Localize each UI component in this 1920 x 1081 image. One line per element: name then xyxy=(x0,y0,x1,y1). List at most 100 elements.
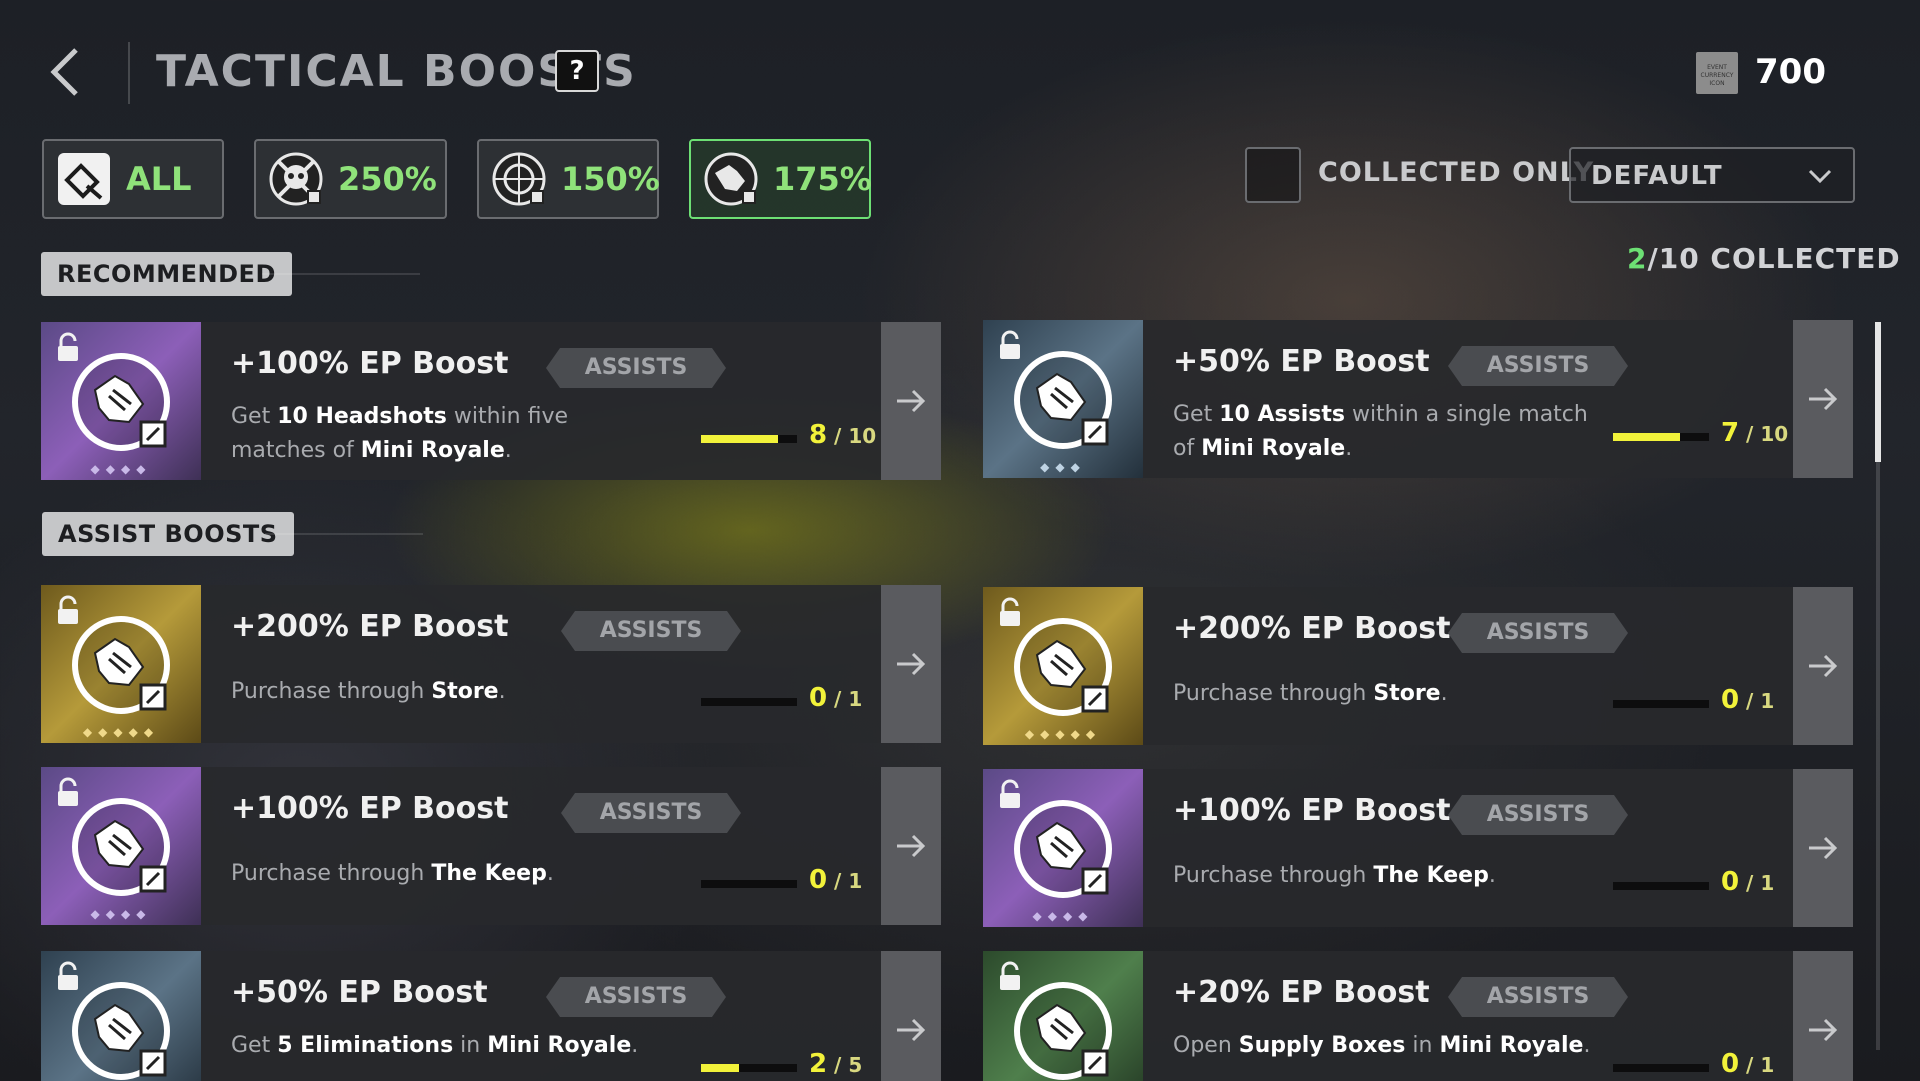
sort-dropdown[interactable]: DEFAULT xyxy=(1569,147,1855,203)
filter-assists-label: 175% xyxy=(773,160,872,198)
collected-only-label: COLLECTED ONLY xyxy=(1318,157,1595,188)
open-boost-button[interactable] xyxy=(1793,587,1853,745)
progress-count: 8 / 10 xyxy=(809,420,877,450)
progress-count: 7 / 10 xyxy=(1721,418,1789,448)
boost-card[interactable]: ◆◆◆◆ +100% EP Boost ASSISTS Get 10 Headshot… xyxy=(41,322,941,480)
progress-bar xyxy=(701,880,797,888)
open-boost-button[interactable] xyxy=(881,767,941,925)
boost-description: Purchase through The Keep. xyxy=(231,861,554,886)
back-button[interactable] xyxy=(46,44,86,100)
handshake-assists-icon xyxy=(72,616,170,714)
progress-count: 0 / 1 xyxy=(1721,867,1775,897)
handshake-assists-icon xyxy=(72,353,170,451)
progress-count: 0 / 1 xyxy=(809,865,863,895)
boost-thumbnail: ◆◆ xyxy=(983,951,1143,1081)
boost-card[interactable]: ◆◆◆ +50% EP Boost ASSISTS Get 5 Elimination… xyxy=(41,951,941,1081)
arrow-right-icon xyxy=(1809,387,1838,411)
skull-eliminations-icon xyxy=(268,151,324,207)
handshake-assists-icon xyxy=(1014,618,1112,716)
category-tag: ASSISTS xyxy=(1448,795,1628,835)
boost-card[interactable]: ◆◆ +20% EP Boost ASSISTS Open Supply Boxes … xyxy=(983,951,1853,1081)
section-recommended: RECOMMENDED xyxy=(41,252,292,296)
boost-description: Get 10 Headshots within five matches of … xyxy=(231,404,569,463)
boost-description: Open Supply Boxes in Mini Royale. xyxy=(1173,1033,1591,1058)
boost-thumbnail: ◆◆◆◆ xyxy=(41,767,201,925)
progress-bar xyxy=(1613,1064,1709,1072)
rarity-pips: ◆◆◆ xyxy=(1040,460,1086,474)
boost-card[interactable]: ◆◆◆ +50% EP Boost ASSISTS Get 10 Assists wi… xyxy=(983,320,1853,478)
category-tag: ASSISTS xyxy=(1448,346,1628,386)
filter-all-label: ALL xyxy=(126,160,192,198)
progress-fill xyxy=(701,435,778,443)
boost-card[interactable]: ◆◆◆◆◆ +200% EP Boost ASSISTS Purchase throu… xyxy=(983,587,1853,745)
boost-card[interactable]: ◆◆◆◆◆ +200% EP Boost ASSISTS Purchase throu… xyxy=(41,585,941,743)
collected-count: 2/10 COLLECTED xyxy=(1627,242,1901,275)
handshake-assists-icon xyxy=(1014,351,1112,449)
open-boost-button[interactable] xyxy=(1793,320,1853,478)
open-boost-button[interactable] xyxy=(881,951,941,1081)
boost-name: +200% EP Boost xyxy=(231,609,509,644)
category-tag: ASSISTS xyxy=(546,348,726,388)
filter-eliminations-label: 250% xyxy=(338,160,437,198)
boost-description: Get 5 Eliminations in Mini Royale. xyxy=(231,1033,639,1058)
category-tag: ASSISTS xyxy=(561,793,741,833)
boost-thumbnail: ◆◆◆ xyxy=(983,320,1143,478)
headshot-target-icon xyxy=(491,151,547,207)
handshake-assists-icon xyxy=(703,151,759,207)
boost-thumbnail: ◆◆◆◆◆ xyxy=(41,585,201,743)
category-tag: ASSISTS xyxy=(561,611,741,651)
open-boost-button[interactable] xyxy=(881,322,941,480)
progress-fill xyxy=(701,1064,740,1072)
rarity-pips: ◆◆◆◆ xyxy=(1032,909,1094,923)
header-divider xyxy=(128,42,130,104)
collected-only-checkbox[interactable] xyxy=(1245,147,1301,203)
arrow-right-icon xyxy=(897,834,926,858)
boost-description: Purchase through The Keep. xyxy=(1173,863,1496,888)
handshake-assists-icon xyxy=(1014,982,1112,1080)
sort-dropdown-value: DEFAULT xyxy=(1591,161,1723,191)
category-tag: ASSISTS xyxy=(1448,977,1628,1017)
boost-thumbnail: ◆◆◆◆ xyxy=(983,769,1143,927)
boost-description: Get 10 Assists within a single match of … xyxy=(1173,402,1588,461)
boost-card[interactable]: ◆◆◆◆ +100% EP Boost ASSISTS Purchase throug… xyxy=(41,767,941,925)
progress-count: 0 / 1 xyxy=(809,683,863,713)
category-tag: ASSISTS xyxy=(546,977,726,1017)
boost-name: +100% EP Boost xyxy=(231,346,509,381)
boost-name: +20% EP Boost xyxy=(1173,975,1430,1010)
progress-fill xyxy=(1613,433,1681,441)
boost-description: Purchase through Store. xyxy=(1173,681,1448,706)
open-boost-button[interactable] xyxy=(881,585,941,743)
arrow-right-icon xyxy=(1809,836,1838,860)
boost-name: +100% EP Boost xyxy=(1173,793,1451,828)
boost-name: +200% EP Boost xyxy=(1173,611,1451,646)
boost-thumbnail: ◆◆◆ xyxy=(41,951,201,1081)
progress-count: 2 / 5 xyxy=(809,1049,863,1079)
filter-all[interactable]: ALL xyxy=(42,139,224,219)
rarity-pips: ◆◆◆◆◆ xyxy=(82,725,160,739)
help-button[interactable]: ? xyxy=(555,50,599,92)
scrollbar-thumb[interactable] xyxy=(1875,322,1881,462)
section-divider xyxy=(262,273,420,275)
back-arrow-icon xyxy=(50,48,78,96)
arrow-right-icon xyxy=(897,389,926,413)
category-tag: ASSISTS xyxy=(1448,613,1628,653)
progress-bar xyxy=(701,1064,797,1072)
progress-bar xyxy=(1613,700,1709,708)
handshake-assists-icon xyxy=(72,798,170,896)
open-boost-button[interactable] xyxy=(1793,951,1853,1081)
arrow-right-icon xyxy=(1809,1018,1838,1042)
open-boost-button[interactable] xyxy=(1793,769,1853,927)
section-assist-boosts: ASSIST BOOSTS xyxy=(42,512,294,556)
progress-bar xyxy=(701,698,797,706)
filter-headshots[interactable]: 150% xyxy=(477,139,660,219)
chevron-down-icon xyxy=(1808,169,1832,184)
currency-balance: 700 xyxy=(1755,52,1826,92)
boost-thumbnail: ◆◆◆◆ xyxy=(41,322,201,480)
filter-eliminations[interactable]: 250% xyxy=(254,139,447,219)
progress-bar xyxy=(1613,882,1709,890)
arrow-right-icon xyxy=(897,1018,926,1042)
progress-bar xyxy=(701,435,797,443)
arrow-right-icon xyxy=(1809,654,1838,678)
boost-card[interactable]: ◆◆◆◆ +100% EP Boost ASSISTS Purchase throug… xyxy=(983,769,1853,927)
filter-assists[interactable]: 175% xyxy=(689,139,872,219)
